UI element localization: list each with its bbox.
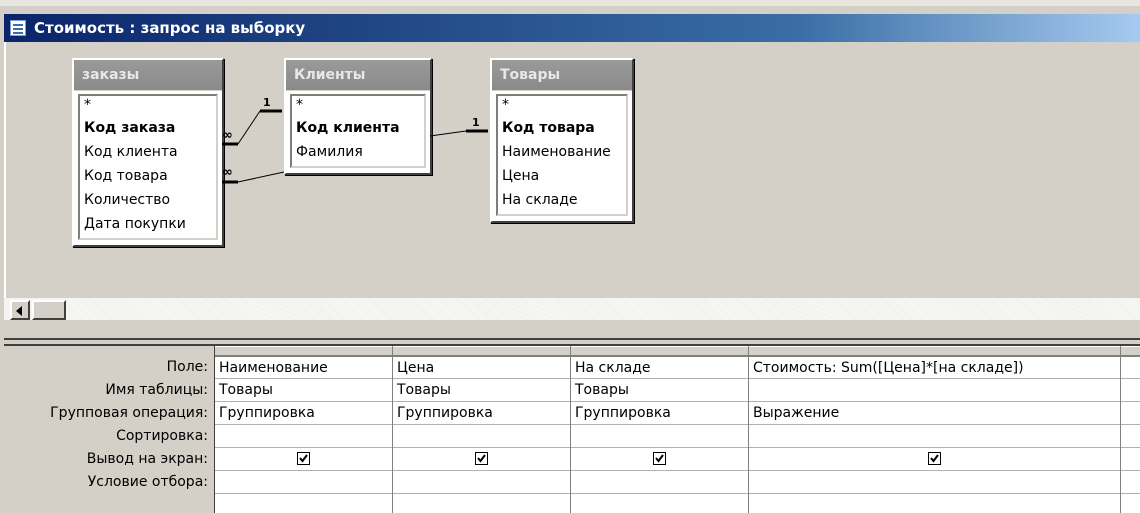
query-window-icon bbox=[10, 20, 26, 36]
relationship-zakazy-tovary[interactable]: ∞ 1 bbox=[222, 116, 488, 184]
field-cell[interactable]: Наименование bbox=[215, 356, 392, 379]
criteria-cell[interactable] bbox=[571, 471, 748, 494]
empty-cell[interactable] bbox=[1121, 356, 1140, 379]
criteria-cell[interactable] bbox=[393, 471, 570, 494]
show-checkbox[interactable] bbox=[653, 452, 666, 465]
relationship-lines: ∞ 1 ∞ 1 bbox=[222, 96, 488, 184]
column-selector[interactable] bbox=[215, 346, 392, 356]
one-marker: 1 bbox=[472, 116, 480, 129]
column-selector[interactable] bbox=[1121, 346, 1140, 356]
table-cell[interactable]: Товары bbox=[215, 379, 392, 402]
column-selector[interactable] bbox=[393, 346, 570, 356]
row-label-table: Имя таблицы: bbox=[105, 382, 208, 398]
design-grid[interactable]: Поле: Имя таблицы: Групповая операция: С… bbox=[4, 346, 1140, 513]
grid-row-labels: Поле: Имя таблицы: Групповая операция: С… bbox=[4, 346, 214, 513]
show-checkbox[interactable] bbox=[475, 452, 488, 465]
sort-cell[interactable] bbox=[571, 425, 748, 448]
arrow-left-icon bbox=[16, 306, 22, 316]
empty-cell[interactable] bbox=[1121, 402, 1140, 425]
criteria-cell[interactable] bbox=[215, 471, 392, 494]
group-cell[interactable]: Выражение bbox=[749, 402, 1120, 425]
show-checkbox[interactable] bbox=[928, 452, 941, 465]
one-marker: 1 bbox=[263, 96, 271, 109]
row-label-group: Групповая операция: bbox=[50, 405, 208, 421]
toolbar-strip bbox=[0, 0, 1140, 6]
grid-column[interactable]: На складе Товары Группировка bbox=[571, 346, 749, 513]
empty-cell[interactable] bbox=[1121, 379, 1140, 402]
row-label-criteria: Условие отбора: bbox=[87, 474, 208, 490]
sort-cell[interactable] bbox=[749, 425, 1120, 448]
criteria-cell[interactable] bbox=[749, 471, 1120, 494]
scroll-thumb[interactable] bbox=[32, 300, 66, 320]
group-cell[interactable]: Группировка bbox=[571, 402, 748, 425]
row-label-sort: Сортировка: bbox=[116, 428, 208, 444]
scroll-left-button[interactable] bbox=[10, 300, 30, 320]
horizontal-scrollbar[interactable] bbox=[4, 298, 1140, 320]
table-cell[interactable]: Товары bbox=[393, 379, 570, 402]
table-pane[interactable]: заказы * Код заказа Код клиента Код това… bbox=[4, 42, 1140, 298]
window-title: Стоимость : запрос на выборку bbox=[34, 19, 306, 37]
grid-columns[interactable]: Наименование Товары Группировка Цена Товары Г… bbox=[214, 346, 1140, 513]
show-cell[interactable] bbox=[393, 448, 570, 471]
empty-cell[interactable] bbox=[1121, 448, 1140, 471]
table-cell[interactable] bbox=[749, 379, 1120, 402]
row-label-show: Вывод на экран: bbox=[86, 451, 208, 467]
window-titlebar[interactable]: Стоимость : запрос на выборку bbox=[4, 14, 1140, 42]
many-marker: ∞ bbox=[222, 165, 233, 180]
grid-column[interactable]: Стоимость: Sum([Цена]*[на складе]) Выраже… bbox=[749, 346, 1121, 513]
grid-column-empty[interactable] bbox=[1121, 346, 1140, 513]
show-checkbox[interactable] bbox=[297, 452, 310, 465]
relationship-zakazy-klienty[interactable]: ∞ 1 bbox=[222, 96, 282, 146]
group-cell[interactable]: Группировка bbox=[393, 402, 570, 425]
column-selector[interactable] bbox=[749, 346, 1120, 356]
many-marker: ∞ bbox=[222, 128, 233, 143]
field-cell[interactable]: Цена bbox=[393, 356, 570, 379]
sort-cell[interactable] bbox=[393, 425, 570, 448]
column-selector[interactable] bbox=[571, 346, 748, 356]
sort-cell[interactable] bbox=[215, 425, 392, 448]
field-cell[interactable]: Стоимость: Sum([Цена]*[на складе]) bbox=[749, 356, 1120, 379]
grid-column[interactable]: Наименование Товары Группировка bbox=[215, 346, 393, 513]
grid-column[interactable]: Цена Товары Группировка bbox=[393, 346, 571, 513]
show-cell[interactable] bbox=[215, 448, 392, 471]
table-cell[interactable]: Товары bbox=[571, 379, 748, 402]
row-label-field: Поле: bbox=[166, 359, 208, 375]
pane-splitter[interactable] bbox=[4, 338, 1140, 346]
empty-cell[interactable] bbox=[1121, 425, 1140, 448]
empty-cell[interactable] bbox=[1121, 471, 1140, 494]
group-cell[interactable]: Группировка bbox=[215, 402, 392, 425]
show-cell[interactable] bbox=[571, 448, 748, 471]
show-cell[interactable] bbox=[749, 448, 1120, 471]
field-cell[interactable]: На складе bbox=[571, 356, 748, 379]
